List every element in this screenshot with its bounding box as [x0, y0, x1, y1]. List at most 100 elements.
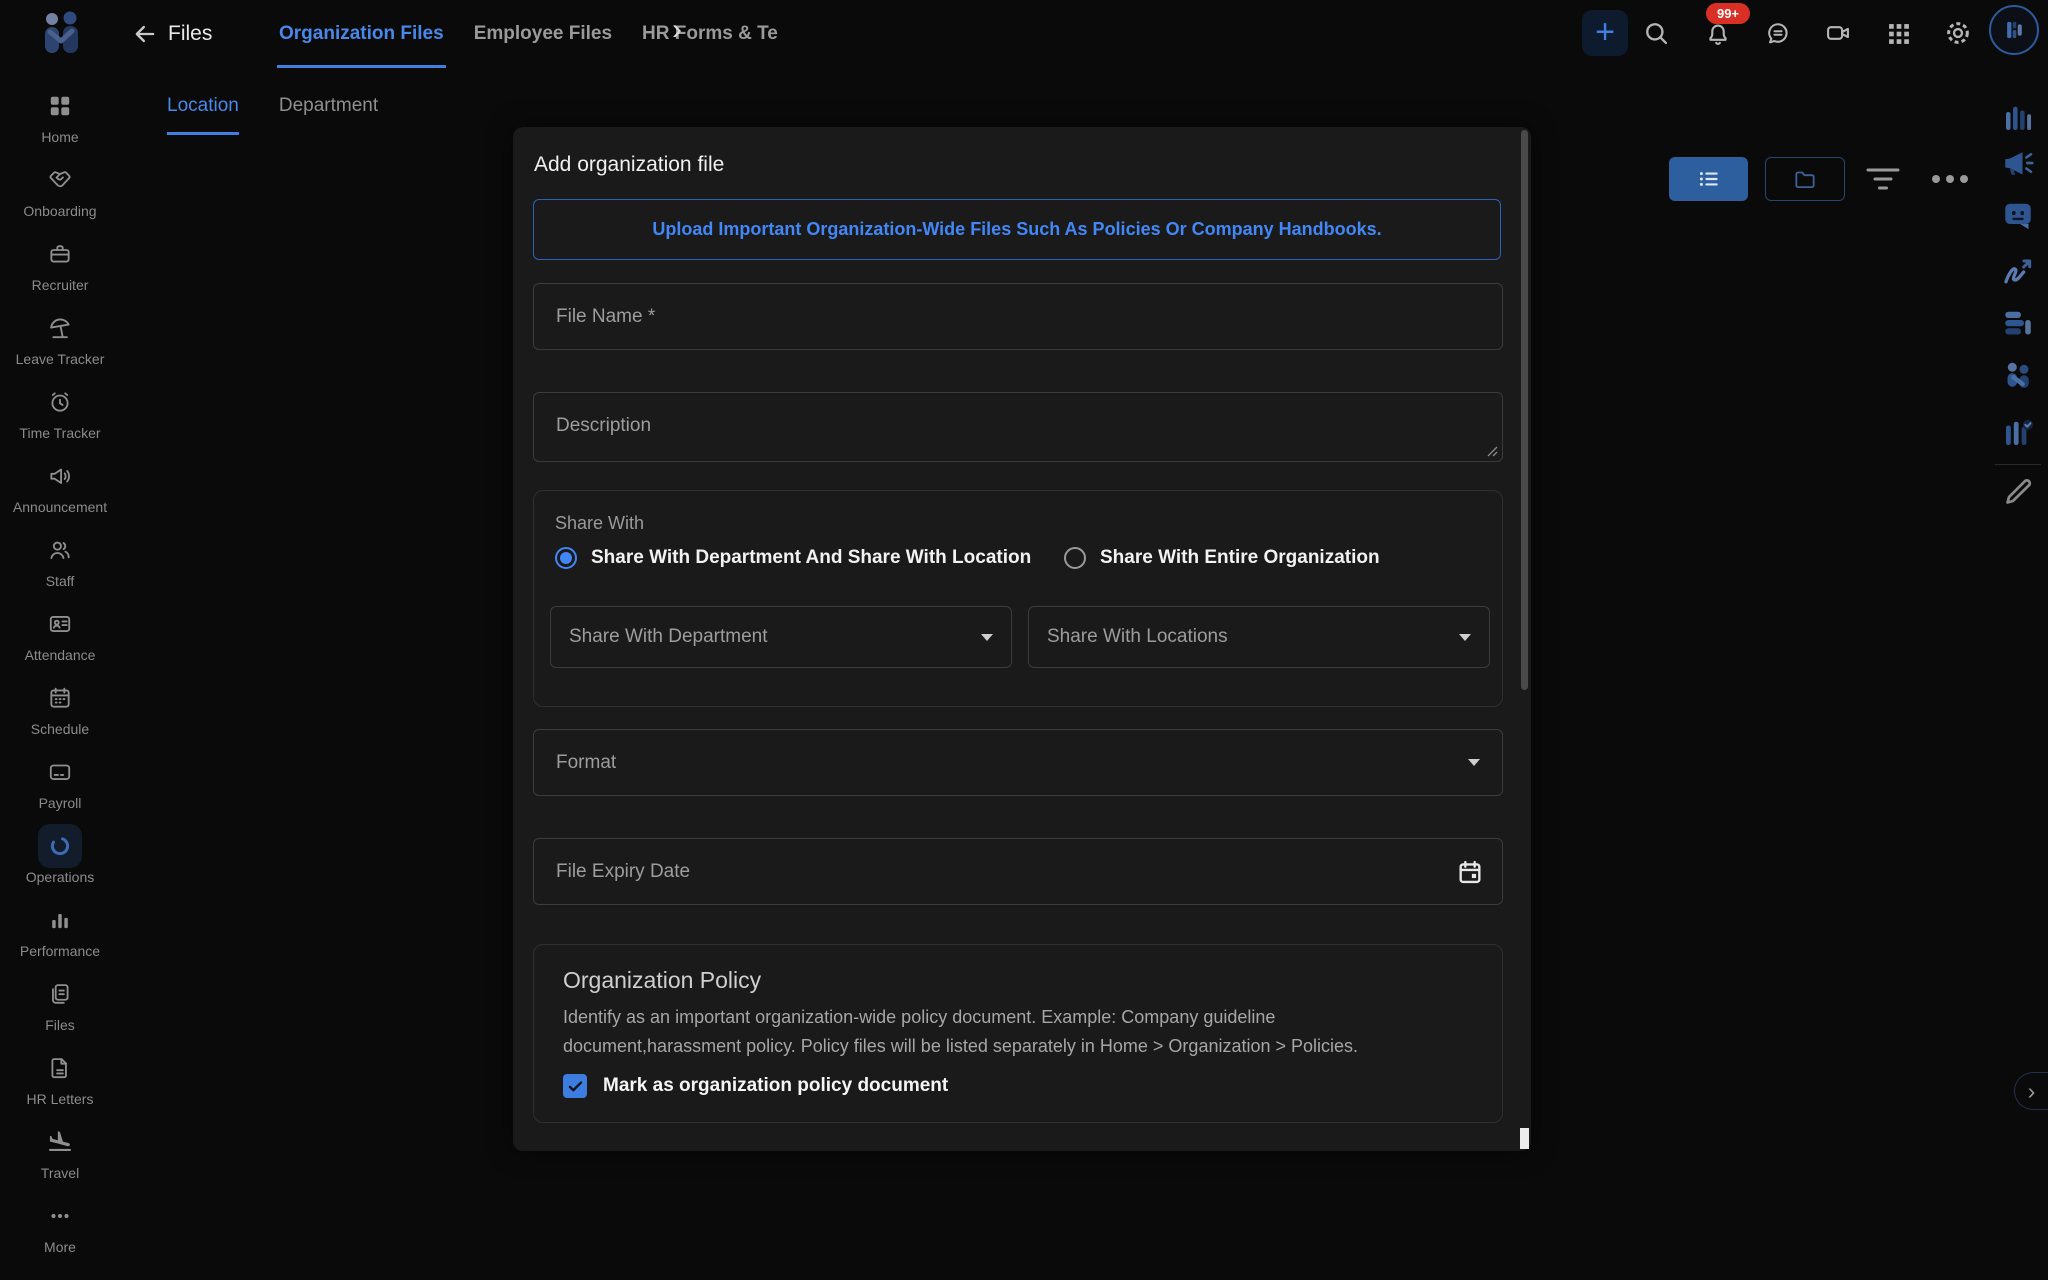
- description-field-wrap: [533, 392, 1503, 462]
- left-sidebar: Home Onboarding Recruiter Leave Tracker: [0, 84, 120, 1255]
- filter-icon[interactable]: [1866, 165, 1900, 193]
- progress-circle-icon: [38, 824, 82, 868]
- rail-divider: [1995, 464, 2041, 465]
- bar-chart-icon: [38, 898, 82, 942]
- calendar-icon[interactable]: [1456, 858, 1484, 886]
- sidebar-item-time-tracker[interactable]: Time Tracker: [0, 380, 120, 441]
- radio-label: Share With Department And Share With Loc…: [591, 547, 1031, 569]
- caret-down-icon: [1459, 634, 1471, 641]
- format-dropdown[interactable]: Format: [533, 729, 1503, 796]
- dropdown-placeholder: Share With Department: [569, 626, 768, 648]
- beach-umbrella-icon: [38, 306, 82, 350]
- policy-description: Identify as an important organization-wi…: [563, 1003, 1403, 1061]
- checkbox-checked-icon[interactable]: [563, 1074, 587, 1098]
- speaker-icon: [38, 454, 82, 498]
- file-name-input[interactable]: [533, 283, 1503, 350]
- add-button[interactable]: +: [1582, 10, 1628, 56]
- credit-card-icon: [38, 750, 82, 794]
- tab-location[interactable]: Location: [167, 95, 239, 135]
- bars-check-icon[interactable]: [2000, 415, 2036, 451]
- chat-bot-icon[interactable]: [2000, 197, 2036, 233]
- sidebar-item-recruiter[interactable]: Recruiter: [0, 232, 120, 293]
- sidebar-item-payroll[interactable]: Payroll: [0, 750, 120, 811]
- documents-icon: [38, 972, 82, 1016]
- apps-grid-icon[interactable]: [1885, 20, 1913, 48]
- file-expiry-date-field[interactable]: File Expiry Date: [533, 838, 1503, 905]
- handshake-icon: [38, 158, 82, 202]
- upload-file-banner[interactable]: Upload Important Organization-Wide Files…: [533, 199, 1501, 260]
- radio-share-entire-organization[interactable]: Share With Entire Organization: [1064, 547, 1380, 569]
- policy-checkbox-row[interactable]: Mark as organization policy document: [563, 1074, 948, 1098]
- caret-down-icon: [981, 634, 993, 641]
- tab-hr-forms[interactable]: HR Forms & Te: [640, 0, 780, 68]
- sidebar-item-operations[interactable]: Operations: [0, 824, 120, 885]
- tab-department[interactable]: Department: [279, 95, 378, 135]
- radio-share-department-location[interactable]: Share With Department And Share With Loc…: [555, 547, 1031, 569]
- sidebar-item-files[interactable]: Files: [0, 972, 120, 1033]
- more-options-icon[interactable]: [1932, 175, 1968, 183]
- sidebar-item-travel[interactable]: Travel: [0, 1120, 120, 1181]
- expand-panel-chevron[interactable]: ›: [2014, 1072, 2048, 1110]
- sidebar-item-hr-letters[interactable]: HR Letters: [0, 1046, 120, 1107]
- sidebar-item-home[interactable]: Home: [0, 84, 120, 145]
- tab-organization-files[interactable]: Organization Files: [277, 0, 446, 68]
- task-rows-icon[interactable]: [2000, 305, 2036, 341]
- share-with-group: Share With Share With Department And Sha…: [533, 490, 1503, 707]
- list-view-button[interactable]: [1669, 157, 1748, 201]
- ellipsis-icon: [38, 1194, 82, 1238]
- resize-handle-icon[interactable]: [1487, 446, 1498, 457]
- analytics-bars-icon[interactable]: [2000, 100, 2036, 136]
- document-icon: [38, 1046, 82, 1090]
- briefcase-icon: [38, 232, 82, 276]
- airplane-landing-icon: [38, 1120, 82, 1164]
- settings-gear-icon[interactable]: [1944, 19, 1972, 47]
- notifications-bell-icon[interactable]: [1704, 20, 1732, 48]
- caret-down-icon: [1468, 759, 1480, 766]
- sidebar-item-performance[interactable]: Performance: [0, 898, 120, 959]
- dialog-scrollbar-thumb[interactable]: [1521, 130, 1528, 690]
- sidebar-item-onboarding[interactable]: Onboarding: [0, 158, 120, 219]
- sidebar-item-staff[interactable]: Staff: [0, 528, 120, 589]
- page-title: Files: [168, 22, 212, 46]
- signature-icon[interactable]: [2000, 254, 2036, 290]
- radio-label: Share With Entire Organization: [1100, 547, 1380, 569]
- sidebar-item-announcement[interactable]: Announcement: [0, 454, 120, 515]
- sidebar-item-label: Home: [41, 130, 78, 145]
- share-with-locations-dropdown[interactable]: Share With Locations: [1028, 606, 1490, 668]
- description-input[interactable]: [533, 392, 1503, 462]
- tabs-scroll-right-icon[interactable]: ›: [672, 13, 682, 47]
- sidebar-item-leave-tracker[interactable]: Leave Tracker: [0, 306, 120, 367]
- dialog-scrollbar-end[interactable]: [1520, 1128, 1529, 1149]
- upload-banner-text: Upload Important Organization-Wide Files…: [652, 219, 1381, 240]
- folder-view-button[interactable]: [1765, 157, 1845, 201]
- sidebar-item-label: Leave Tracker: [16, 352, 105, 367]
- people-pair-icon[interactable]: [2000, 357, 2036, 393]
- home-grid-icon: [38, 84, 82, 128]
- notification-count-badge: 99+: [1706, 3, 1750, 24]
- edit-pencil-icon[interactable]: [2000, 474, 2036, 510]
- share-with-label: Share With: [555, 513, 644, 534]
- video-meeting-icon[interactable]: [1824, 19, 1852, 47]
- radio-unselected-icon: [1064, 547, 1086, 569]
- sidebar-item-schedule[interactable]: Schedule: [0, 676, 120, 737]
- sidebar-item-label: HR Letters: [27, 1092, 94, 1107]
- chat-icon[interactable]: [1764, 19, 1792, 47]
- calendar-icon: [38, 676, 82, 720]
- megaphone-icon[interactable]: [2000, 145, 2036, 181]
- back-arrow-icon[interactable]: [131, 20, 159, 48]
- dropdown-placeholder: Share With Locations: [1047, 626, 1228, 648]
- sidebar-item-attendance[interactable]: Attendance: [0, 602, 120, 663]
- profile-avatar[interactable]: [1989, 5, 2039, 55]
- alarm-clock-icon: [38, 380, 82, 424]
- sidebar-item-label: Operations: [26, 870, 94, 885]
- sidebar-item-label: Schedule: [31, 722, 89, 737]
- share-with-department-dropdown[interactable]: Share With Department: [550, 606, 1012, 668]
- people-icon: [38, 528, 82, 572]
- policy-checkbox-label: Mark as organization policy document: [603, 1075, 948, 1097]
- sidebar-item-more[interactable]: More: [0, 1194, 120, 1255]
- top-bar: Files Organization Files Employee Files …: [0, 0, 2048, 68]
- policy-section-title: Organization Policy: [563, 967, 761, 994]
- sidebar-item-label: Travel: [41, 1166, 79, 1181]
- tab-employee-files[interactable]: Employee Files: [472, 0, 614, 68]
- search-icon[interactable]: [1642, 19, 1670, 47]
